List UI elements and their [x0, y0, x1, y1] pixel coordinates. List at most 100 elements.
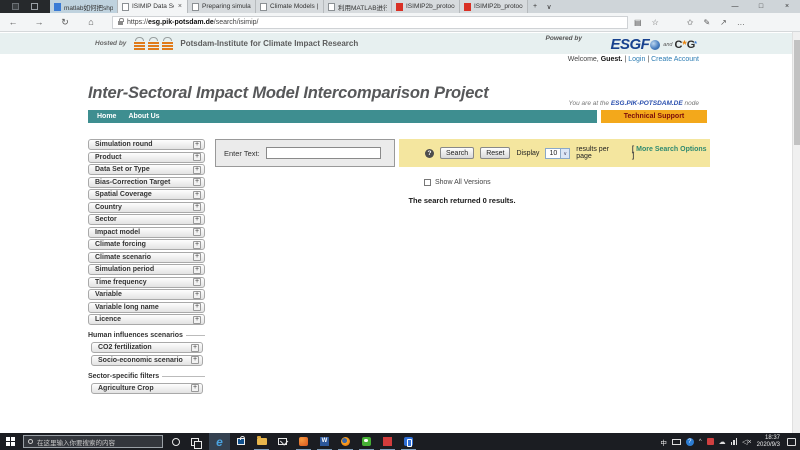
facet-simulation-period[interactable]: Simulation period+	[88, 264, 205, 275]
browser-tab-4[interactable]: Climate Models | NOAA Clir	[256, 0, 324, 13]
expand-icon[interactable]: +	[193, 241, 201, 249]
facet-spatial-coverage[interactable]: Spatial Coverage+	[88, 189, 205, 200]
facet-bias-correction-target[interactable]: Bias-Correction Target+	[88, 177, 205, 188]
facet-co2-fertilization[interactable]: CO2 fertilization+	[91, 342, 203, 353]
search-text-input[interactable]	[266, 147, 381, 159]
tab-preview-icon[interactable]	[31, 3, 38, 10]
facet-time-frequency[interactable]: Time frequency+	[88, 277, 205, 288]
technical-support-button[interactable]: Technical Support	[601, 110, 707, 123]
facet-climate-scenario[interactable]: Climate scenario+	[88, 252, 205, 263]
results-per-page-select[interactable]: 10 ∨	[545, 148, 570, 159]
reset-button[interactable]: Reset	[480, 147, 510, 159]
hidden-icons-caret[interactable]: ^	[699, 439, 702, 445]
facet-variable[interactable]: Variable+	[88, 289, 205, 300]
browser-tab-3[interactable]: Preparing simulation files	[188, 0, 256, 13]
task-view-icon[interactable]	[191, 438, 199, 446]
file-explorer-taskbar-icon[interactable]	[251, 433, 272, 450]
facet-data-set-or-type[interactable]: Data Set or Type+	[88, 164, 205, 175]
expand-icon[interactable]: +	[193, 316, 201, 324]
tray-red-app-icon[interactable]	[707, 438, 714, 445]
favorite-star-icon[interactable]: ☆	[652, 18, 659, 27]
new-tab-button[interactable]: +	[528, 0, 542, 13]
tabs-set-aside-buttons[interactable]	[0, 0, 50, 13]
ime-indicator[interactable]: 中	[660, 437, 667, 447]
expand-icon[interactable]: +	[193, 191, 201, 199]
help-icon[interactable]: ?	[425, 149, 434, 158]
expand-icon[interactable]: +	[193, 278, 201, 286]
expand-icon[interactable]: +	[193, 216, 201, 224]
facet-product[interactable]: Product+	[88, 152, 205, 163]
tab-list-chevron-icon[interactable]: ∨	[542, 0, 556, 13]
nav-about-us[interactable]: About Us	[128, 113, 159, 120]
annotate-pen-icon[interactable]: ✎	[703, 18, 710, 27]
expand-icon[interactable]: +	[193, 253, 201, 261]
tray-help-icon[interactable]: ?	[686, 438, 694, 446]
cortana-icon[interactable]	[172, 438, 180, 446]
edge-taskbar-icon[interactable]: e	[209, 433, 230, 450]
touch-keyboard-icon[interactable]	[672, 439, 681, 445]
expand-icon[interactable]: +	[193, 303, 201, 311]
facet-agriculture-crop[interactable]: Agriculture Crop+	[91, 383, 203, 394]
expand-icon[interactable]: +	[193, 141, 201, 149]
expand-icon[interactable]: +	[193, 153, 201, 161]
page-scrollbar[interactable]	[792, 32, 800, 433]
expand-icon[interactable]: +	[193, 228, 201, 236]
search-button[interactable]: Search	[440, 147, 474, 159]
window-minimize-button[interactable]: —	[722, 0, 748, 13]
expand-icon[interactable]: +	[191, 356, 199, 364]
wechat-taskbar-icon[interactable]	[356, 433, 377, 450]
settings-more-icon[interactable]: …	[737, 18, 745, 27]
login-link[interactable]: Login	[628, 56, 645, 63]
expand-icon[interactable]: +	[193, 203, 201, 211]
hub-favorites-icon[interactable]: ✩	[687, 18, 694, 27]
show-all-versions-checkbox[interactable]	[424, 179, 431, 186]
window-close-button[interactable]: ×	[774, 0, 800, 13]
forward-button[interactable]: →	[26, 17, 52, 27]
expand-icon[interactable]: +	[193, 266, 201, 274]
browser-tab-1[interactable]: matlab如何把shp文件转为n	[50, 0, 118, 13]
mail-taskbar-icon[interactable]	[272, 433, 293, 450]
red-app-taskbar-icon[interactable]	[377, 433, 398, 450]
scrollbar-thumb[interactable]	[794, 40, 800, 145]
home-button[interactable]: ⌂	[78, 17, 104, 27]
share-icon[interactable]: ↗	[720, 18, 727, 27]
nav-home[interactable]: Home	[97, 113, 116, 120]
facet-licence[interactable]: Licence+	[88, 314, 205, 325]
firefox-taskbar-icon[interactable]	[335, 433, 356, 450]
facet-variable-long-name[interactable]: Variable long name+	[88, 302, 205, 313]
browser-tab-2-active[interactable]: ISIMIP Data Search | ISII ×	[118, 0, 188, 13]
taskbar-clock[interactable]: 18:37 2020/9/3	[757, 435, 780, 449]
window-maximize-button[interactable]: □	[748, 0, 774, 13]
create-account-link[interactable]: Create Account	[651, 56, 699, 63]
facet-simulation-round[interactable]: Simulation round+	[88, 139, 205, 150]
cloud-icon[interactable]: ☁	[719, 438, 726, 446]
facet-impact-model[interactable]: Impact model+	[88, 227, 205, 238]
expand-icon[interactable]: +	[193, 178, 201, 186]
refresh-button[interactable]: ↻	[52, 17, 78, 28]
matlab-taskbar-icon[interactable]	[293, 433, 314, 450]
network-icon[interactable]	[731, 438, 738, 445]
expand-icon[interactable]: +	[193, 166, 201, 174]
url-input[interactable]: https://esg.pik-potsdam.de/search/isimip…	[112, 16, 628, 29]
more-search-options-link[interactable]: [ More Search Options ]	[632, 146, 710, 160]
expand-icon[interactable]: +	[193, 291, 201, 299]
set-tabs-aside-icon[interactable]	[12, 3, 19, 10]
facet-country[interactable]: Country+	[88, 202, 205, 213]
expand-icon[interactable]: +	[191, 384, 199, 392]
browser-tab-5[interactable]: 利用MATLAB进行shp文件转	[324, 0, 392, 13]
expand-icon[interactable]: +	[191, 344, 199, 352]
volume-muted-icon[interactable]: ◁×	[742, 438, 751, 446]
back-button[interactable]: ←	[0, 17, 26, 27]
facet-socio-economic-scenario[interactable]: Socio-economic scenario+	[91, 355, 203, 366]
store-taskbar-icon[interactable]	[230, 433, 251, 450]
tab-close-icon[interactable]: ×	[177, 3, 183, 10]
browser-tab-7[interactable]: ISIMIP2b_protocol_19Mai20	[460, 0, 528, 13]
browser-tab-6[interactable]: ISIMIP2b_protocol_19Mai20	[392, 0, 460, 13]
your-phone-taskbar-icon[interactable]	[398, 433, 419, 450]
facet-climate-forcing[interactable]: Climate forcing+	[88, 239, 205, 250]
word-taskbar-icon[interactable]: W	[314, 433, 335, 450]
notification-center-icon[interactable]	[787, 438, 796, 446]
start-button[interactable]	[0, 437, 20, 446]
facet-sector[interactable]: Sector+	[88, 214, 205, 225]
reading-view-icon[interactable]: ▤	[634, 18, 642, 27]
